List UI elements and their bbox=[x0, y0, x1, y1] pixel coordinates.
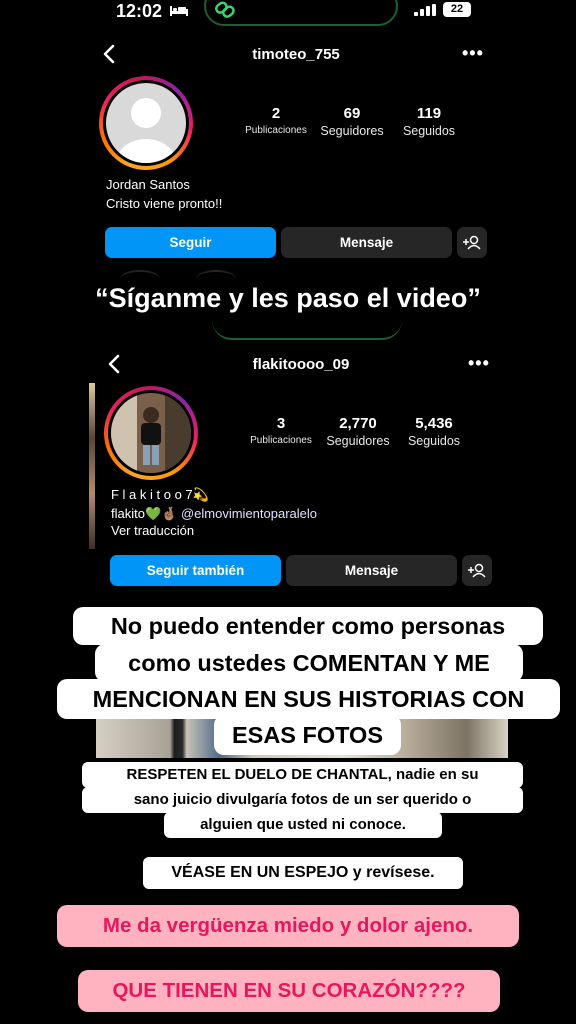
signal-icon bbox=[414, 4, 436, 16]
add-person-icon-2 bbox=[468, 563, 486, 578]
avatar-placeholder bbox=[106, 83, 186, 163]
suggest-people-button-2[interactable] bbox=[462, 555, 492, 586]
follow-back-button[interactable]: Seguir también bbox=[110, 555, 281, 586]
followers-label[interactable]: Seguidores bbox=[312, 124, 392, 138]
profile-bio-2: flakito💚🤞🏽 @elmovimientoparalelo bbox=[111, 506, 317, 522]
default-user-icon bbox=[116, 98, 176, 163]
person-photo-icon bbox=[111, 393, 191, 473]
story-ring-2[interactable] bbox=[104, 386, 198, 480]
respeten-line-2: sano juicio divulgaría fotos de un ser q… bbox=[82, 787, 523, 813]
caption-espejo: VÉASE EN UN ESPEJO y revísese. bbox=[143, 857, 463, 889]
bed-icon bbox=[170, 6, 188, 16]
profile-username: timoteo_755 bbox=[252, 46, 340, 63]
caption-corazon: QUE TIENEN EN SU CORAZÓN???? bbox=[78, 970, 500, 1012]
posts-count-2: 3 bbox=[276, 415, 286, 432]
back-chevron-icon-2[interactable] bbox=[107, 354, 121, 374]
caption-line-3: MENCIONAN EN SUS HISTORIAS CON bbox=[57, 679, 560, 719]
profile-name-2: F l a k i t o o 7💫 bbox=[111, 487, 209, 502]
status-bar: 12:02 22 bbox=[0, 0, 576, 26]
caption-verguenza: Me da vergüenza miedo y dolor ajeno. bbox=[57, 905, 519, 947]
following-count-2[interactable]: 5,436 bbox=[403, 415, 465, 432]
profile-name: Jordan Santos bbox=[106, 177, 190, 192]
message-button[interactable]: Mensaje bbox=[281, 227, 452, 258]
highlight-hint-bottom bbox=[212, 318, 402, 340]
bio-text: flakito💚🤞🏽 bbox=[111, 506, 178, 521]
following-count[interactable]: 119 bbox=[399, 105, 459, 122]
link-icon bbox=[214, 1, 235, 18]
respeten-line-3: alguien que usted ni conoce. bbox=[164, 812, 442, 838]
followers-count[interactable]: 69 bbox=[322, 105, 382, 122]
respeten-line-1: RESPETEN EL DUELO DE CHANTAL, nadie en s… bbox=[82, 762, 523, 788]
more-options-icon-2[interactable]: ••• bbox=[468, 353, 490, 374]
caption-line-4: ESAS FOTOS bbox=[214, 715, 401, 755]
follow-button[interactable]: Seguir bbox=[105, 227, 276, 258]
followers-label-2[interactable]: Seguidores bbox=[317, 434, 399, 448]
status-time: 12:02 bbox=[116, 1, 163, 21]
story-headline: “Síganme y les paso el video” bbox=[95, 283, 481, 313]
caption-line-1: No puedo entender como personas bbox=[73, 607, 543, 645]
following-label-2[interactable]: Seguidos bbox=[394, 434, 474, 448]
add-person-icon bbox=[463, 235, 481, 250]
posts-label: Publicaciones bbox=[245, 125, 307, 136]
bio-mention-link[interactable]: @elmovimientoparalelo bbox=[181, 506, 317, 521]
message-button-2[interactable]: Mensaje bbox=[286, 555, 457, 586]
profile-bio: Cristo viene pronto!! bbox=[106, 196, 223, 211]
suggest-people-button[interactable] bbox=[457, 227, 487, 258]
battery-indicator: 22 bbox=[443, 2, 471, 17]
back-chevron-icon[interactable] bbox=[102, 44, 116, 64]
followers-count-2[interactable]: 2,770 bbox=[327, 415, 389, 432]
profile-username-2: flakitoooo_09 bbox=[252, 356, 350, 373]
see-translation-link[interactable]: Ver traducción bbox=[111, 523, 194, 538]
story-ring[interactable] bbox=[99, 76, 193, 170]
more-options-icon[interactable]: ••• bbox=[462, 43, 484, 64]
avatar-photo bbox=[111, 393, 191, 473]
cropped-photo-edge bbox=[89, 383, 95, 549]
posts-label-2: Publicaciones bbox=[250, 435, 312, 446]
caption-line-2: como ustedes COMENTAN Y ME bbox=[95, 644, 523, 682]
following-label[interactable]: Seguidos bbox=[389, 124, 469, 138]
posts-count: 2 bbox=[271, 105, 281, 122]
